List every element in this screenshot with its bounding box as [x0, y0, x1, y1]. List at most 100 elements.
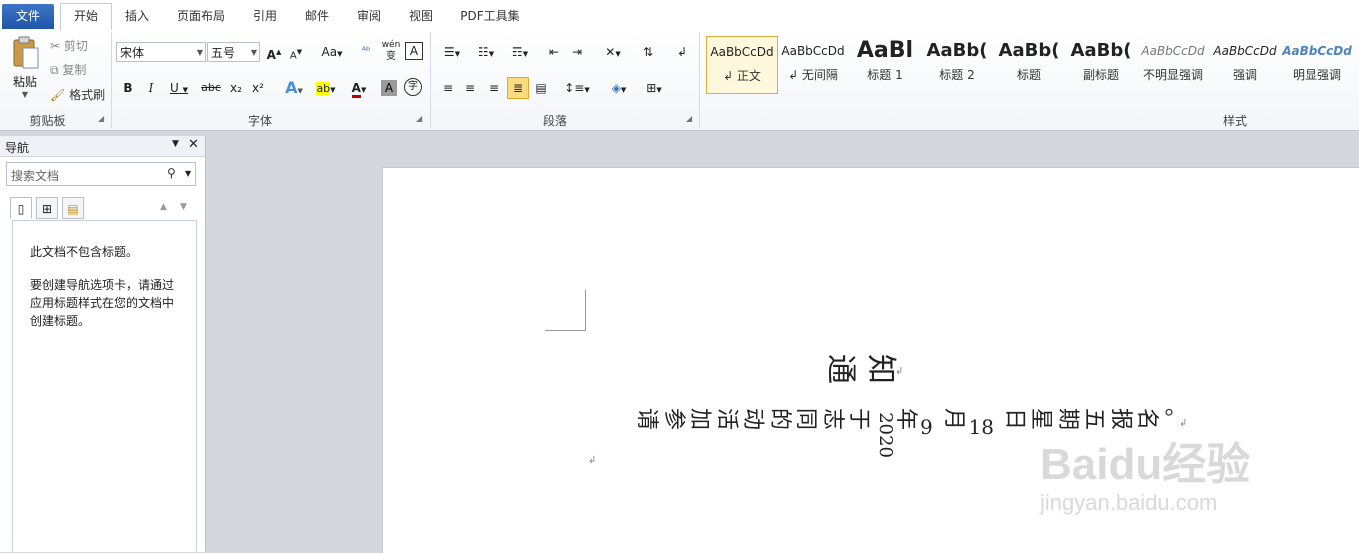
document-char: 18 — [968, 415, 994, 439]
show-formatting-button[interactable]: ↲ — [672, 42, 692, 62]
style-no-spacing[interactable]: AaBbCcDd ↲ 无间隔 — [778, 36, 848, 92]
tab-pages[interactable]: ⊞ — [36, 197, 58, 219]
baidu-watermark: Baidu经验 jingyan.baidu.com — [1040, 428, 1340, 528]
superscript-button[interactable]: x² — [248, 78, 268, 98]
margin-crop-mark — [545, 290, 586, 331]
increase-indent-button[interactable]: ⇥ — [567, 42, 587, 62]
document-char: 期 — [1054, 407, 1080, 431]
text-effects-button[interactable]: A▼ — [280, 78, 308, 98]
character-shading-button[interactable]: A — [381, 80, 397, 96]
grow-font-button[interactable]: A▲ — [264, 42, 284, 62]
format-painter-label: 格式刷 — [69, 88, 106, 102]
paste-dropdown-arrow[interactable]: ▼ — [6, 90, 44, 99]
tab-view[interactable]: 视图 — [400, 4, 442, 29]
bullets-button[interactable]: ☰▼ — [438, 42, 466, 62]
underline-button[interactable]: U ▼ — [165, 78, 193, 98]
tab-review[interactable]: 审阅 — [348, 4, 390, 29]
tab-home[interactable]: 开始 — [60, 3, 112, 31]
document-char: 于 — [846, 407, 872, 431]
copy-button[interactable]: ⧉ 复制 — [50, 60, 86, 80]
numbering-button[interactable]: ☷▼ — [472, 42, 500, 62]
paragraph-mark-icon: ↲ — [676, 45, 688, 59]
multilevel-list-button[interactable]: ☶▼ — [506, 42, 534, 62]
style-subtle-emphasis[interactable]: AaBbCcDd 不明显强调 — [1138, 36, 1208, 92]
sort-button[interactable]: ⇅ — [638, 42, 658, 62]
font-size-select[interactable]: 五号 ▼ — [207, 42, 260, 62]
tab-headings[interactable]: ▯ — [10, 197, 32, 219]
style-subtitle[interactable]: AaBb( 副标题 — [1066, 36, 1136, 92]
search-icon[interactable]: ⚲ — [167, 166, 176, 180]
document-char: 参 — [660, 407, 686, 431]
style-name: 强调 — [1232, 68, 1257, 82]
justify-button[interactable]: ≣ — [507, 77, 529, 99]
results-icon: ▤ — [67, 202, 79, 216]
tab-insert[interactable]: 插入 — [116, 4, 158, 29]
group-separator — [430, 32, 431, 128]
chinese-layout-icon: ✕ — [605, 45, 616, 59]
style-intense-emphasis[interactable]: AaBbCcDd 明显强调 — [1282, 36, 1352, 92]
font-dialog-launcher[interactable]: ◢ — [416, 114, 425, 123]
align-left-button[interactable]: ≡ — [438, 78, 458, 98]
clear-format-button[interactable]: ᴬᵇ — [356, 42, 376, 62]
align-right-icon: ≡ — [488, 81, 500, 95]
watermark-url: jingyan.baidu.com — [1040, 490, 1218, 515]
bold-button[interactable]: B — [118, 78, 138, 98]
align-right-button[interactable]: ≡ — [484, 78, 504, 98]
tab-page-layout[interactable]: 页面布局 — [170, 4, 232, 29]
previous-icon[interactable]: ▲ — [160, 202, 167, 212]
thumbnails-icon: ⊞ — [41, 202, 53, 216]
search-document-input[interactable]: 搜索文档 ⚲ ▼ — [6, 162, 196, 186]
style-heading-1[interactable]: AaBl 标题 1 — [850, 36, 920, 92]
paste-button[interactable]: 粘贴 ▼ — [6, 34, 44, 106]
italic-button[interactable]: I — [141, 78, 161, 98]
distributed-button[interactable]: ▤ — [531, 78, 551, 98]
style-heading-2[interactable]: AaBb( 标题 2 — [922, 36, 992, 92]
borders-button[interactable]: ⊞▼ — [640, 78, 668, 98]
chinese-layout-button[interactable]: ✕▼ — [598, 42, 628, 62]
style-sample: AaBbCcDd — [710, 45, 774, 59]
style-name: 不明显强调 — [1142, 68, 1203, 82]
clipboard-icon — [13, 36, 39, 69]
next-icon[interactable]: ▼ — [180, 202, 187, 212]
align-center-button[interactable]: ≡ — [460, 78, 480, 98]
highlight-color-button[interactable]: ab▼ — [311, 78, 341, 98]
cut-button[interactable]: ✂ 剪切 — [50, 36, 88, 56]
shading-button[interactable]: ◈▼ — [604, 78, 634, 98]
ribbon-home: 粘贴 ▼ ✂ 剪切 ⧉ 复制 🖌 格式刷 剪贴板 ◢ 宋体 ▼ 五号 ▼ A▲ A▼… — [0, 30, 1359, 131]
style-title[interactable]: AaBb( 标题 — [994, 36, 1064, 92]
style-emphasis[interactable]: AaBbCcDd 强调 — [1210, 36, 1280, 92]
style-name: 副标题 — [1082, 68, 1119, 82]
chevron-down-icon[interactable]: ▼ — [185, 169, 191, 178]
strikethrough-button[interactable]: abc — [198, 78, 224, 98]
style-sample: AaBbCcDd — [781, 44, 845, 58]
change-case-button[interactable]: Aa▼ — [318, 42, 346, 62]
font-name-select[interactable]: 宋体 ▼ — [116, 42, 206, 62]
pane-options-icon[interactable]: ▼ — [172, 139, 179, 149]
close-icon[interactable]: ✕ — [188, 137, 199, 152]
tab-pdf-tools[interactable]: PDF工具集 — [452, 4, 528, 29]
font-color-button[interactable]: A▼ — [345, 78, 373, 98]
ribbon-tab-bar: 文件 开始 插入 页面布局 引用 邮件 审阅 视图 PDF工具集 — [0, 0, 1359, 31]
phonetic-guide-button[interactable]: wén 变 — [381, 40, 401, 62]
paragraph-group-label: 段落 — [542, 114, 567, 128]
tab-file[interactable]: 文件 — [2, 4, 54, 29]
paragraph-mark-icon: ↲ — [895, 366, 904, 377]
navigation-pane-title: 导航 — [5, 141, 30, 155]
style-normal[interactable]: AaBbCcDd ↲ 正文 — [706, 36, 778, 94]
subscript-button[interactable]: x₂ — [226, 78, 246, 98]
tab-references[interactable]: 引用 — [244, 4, 286, 29]
paragraph-dialog-launcher[interactable]: ◢ — [686, 114, 695, 123]
tab-mailings[interactable]: 邮件 — [296, 4, 338, 29]
enclose-characters-button[interactable]: 字 — [404, 78, 422, 96]
character-border-button[interactable]: A — [405, 42, 423, 60]
eraser-icon: ᴬᵇ — [361, 46, 371, 57]
style-name: 标题 — [1016, 68, 1041, 82]
decrease-indent-button[interactable]: ⇤ — [544, 42, 564, 62]
clipboard-dialog-launcher[interactable]: ◢ — [98, 114, 107, 123]
chevron-down-icon: ▼ — [250, 48, 257, 57]
line-spacing-button[interactable]: ↕≡▼ — [563, 78, 591, 98]
tab-results[interactable]: ▤ — [62, 197, 84, 219]
format-painter-button[interactable]: 🖌 格式刷 — [50, 85, 105, 105]
style-name: 标题 2 — [939, 68, 975, 82]
shrink-font-button[interactable]: A▼ — [286, 42, 306, 62]
